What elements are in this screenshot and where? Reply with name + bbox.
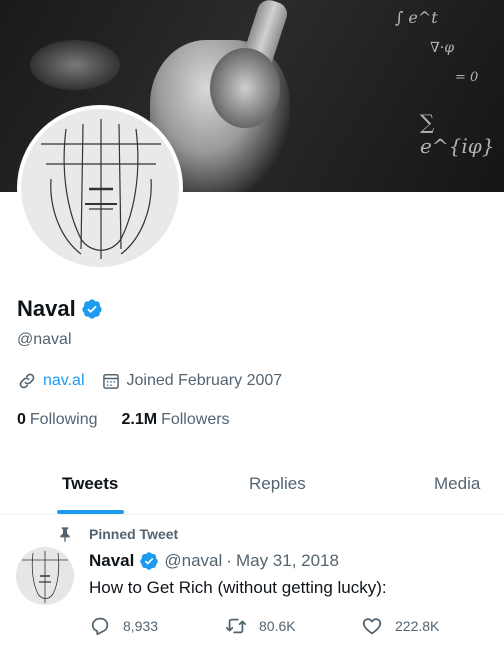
banner-chalk-mark: ∇·φ bbox=[430, 40, 455, 56]
tweet-actions: 8,933 80.6K 222.8K bbox=[89, 615, 489, 639]
banner-shape bbox=[30, 40, 120, 90]
tweet-author-name[interactable]: Naval bbox=[89, 551, 134, 571]
profile-tabs: Tweets Replies Media bbox=[0, 458, 504, 515]
tweet-text[interactable]: How to Get Rich (without getting lucky): bbox=[89, 578, 387, 598]
pin-icon bbox=[60, 527, 70, 542]
like-button[interactable]: 222.8K bbox=[361, 615, 439, 637]
tab-tweets[interactable]: Tweets bbox=[62, 474, 118, 494]
tweet-date[interactable]: May 31, 2018 bbox=[236, 551, 339, 571]
following-label: Following bbox=[29, 411, 98, 428]
retweet-icon bbox=[225, 618, 247, 634]
tweet-avatar[interactable] bbox=[16, 547, 74, 605]
tweet-author-handle: @naval bbox=[164, 551, 223, 570]
tab-replies[interactable]: Replies bbox=[249, 474, 306, 494]
tweet-meta-separator: · bbox=[226, 551, 232, 570]
pinned-label: Pinned Tweet bbox=[89, 526, 179, 542]
followers-label: Followers bbox=[161, 411, 230, 428]
retweet-button[interactable]: 80.6K bbox=[225, 615, 296, 637]
heart-icon bbox=[362, 618, 382, 635]
tweet-header: Naval @naval · May 31, 2018 bbox=[89, 551, 339, 571]
active-tab-indicator bbox=[57, 510, 124, 514]
profile-avatar[interactable] bbox=[17, 105, 183, 271]
link-icon bbox=[19, 373, 35, 389]
verified-badge-icon bbox=[82, 299, 102, 319]
tweet-avatar-sketch bbox=[16, 547, 74, 605]
following-count: 0 bbox=[17, 411, 26, 428]
reply-icon bbox=[91, 617, 109, 636]
pinned-indicator: Pinned Tweet bbox=[57, 526, 178, 542]
follow-stats: 0 Following 2.1M Followers bbox=[17, 411, 254, 429]
verified-badge-icon bbox=[140, 552, 159, 570]
like-count: 222.8K bbox=[395, 618, 440, 634]
reply-button[interactable]: 8,933 bbox=[89, 615, 158, 637]
profile-name-row: Naval bbox=[17, 296, 103, 322]
following-link[interactable]: 0 Following bbox=[17, 411, 98, 429]
profile-website-link[interactable]: nav.al bbox=[43, 372, 85, 390]
banner-chalk-mark: = 0 bbox=[455, 70, 479, 85]
profile-handle: @naval bbox=[17, 331, 72, 348]
banner-chalk-mark: ∫ e^t bbox=[395, 8, 438, 27]
avatar-sketch bbox=[21, 109, 179, 267]
profile-meta: nav.al Joined February 2007 bbox=[17, 371, 282, 391]
followers-link[interactable]: 2.1M Followers bbox=[122, 411, 230, 429]
followers-count: 2.1M bbox=[121, 411, 158, 428]
tab-media[interactable]: Media bbox=[434, 474, 480, 494]
reply-count: 8,933 bbox=[123, 618, 159, 634]
banner-chalk-mark: ∑ e^{iφ} bbox=[420, 110, 495, 158]
profile-joined-date: Joined February 2007 bbox=[126, 372, 283, 389]
profile-name: Naval bbox=[17, 296, 76, 321]
retweet-count: 80.6K bbox=[259, 618, 296, 634]
banner-shape bbox=[210, 48, 280, 128]
calendar-icon bbox=[102, 374, 119, 389]
